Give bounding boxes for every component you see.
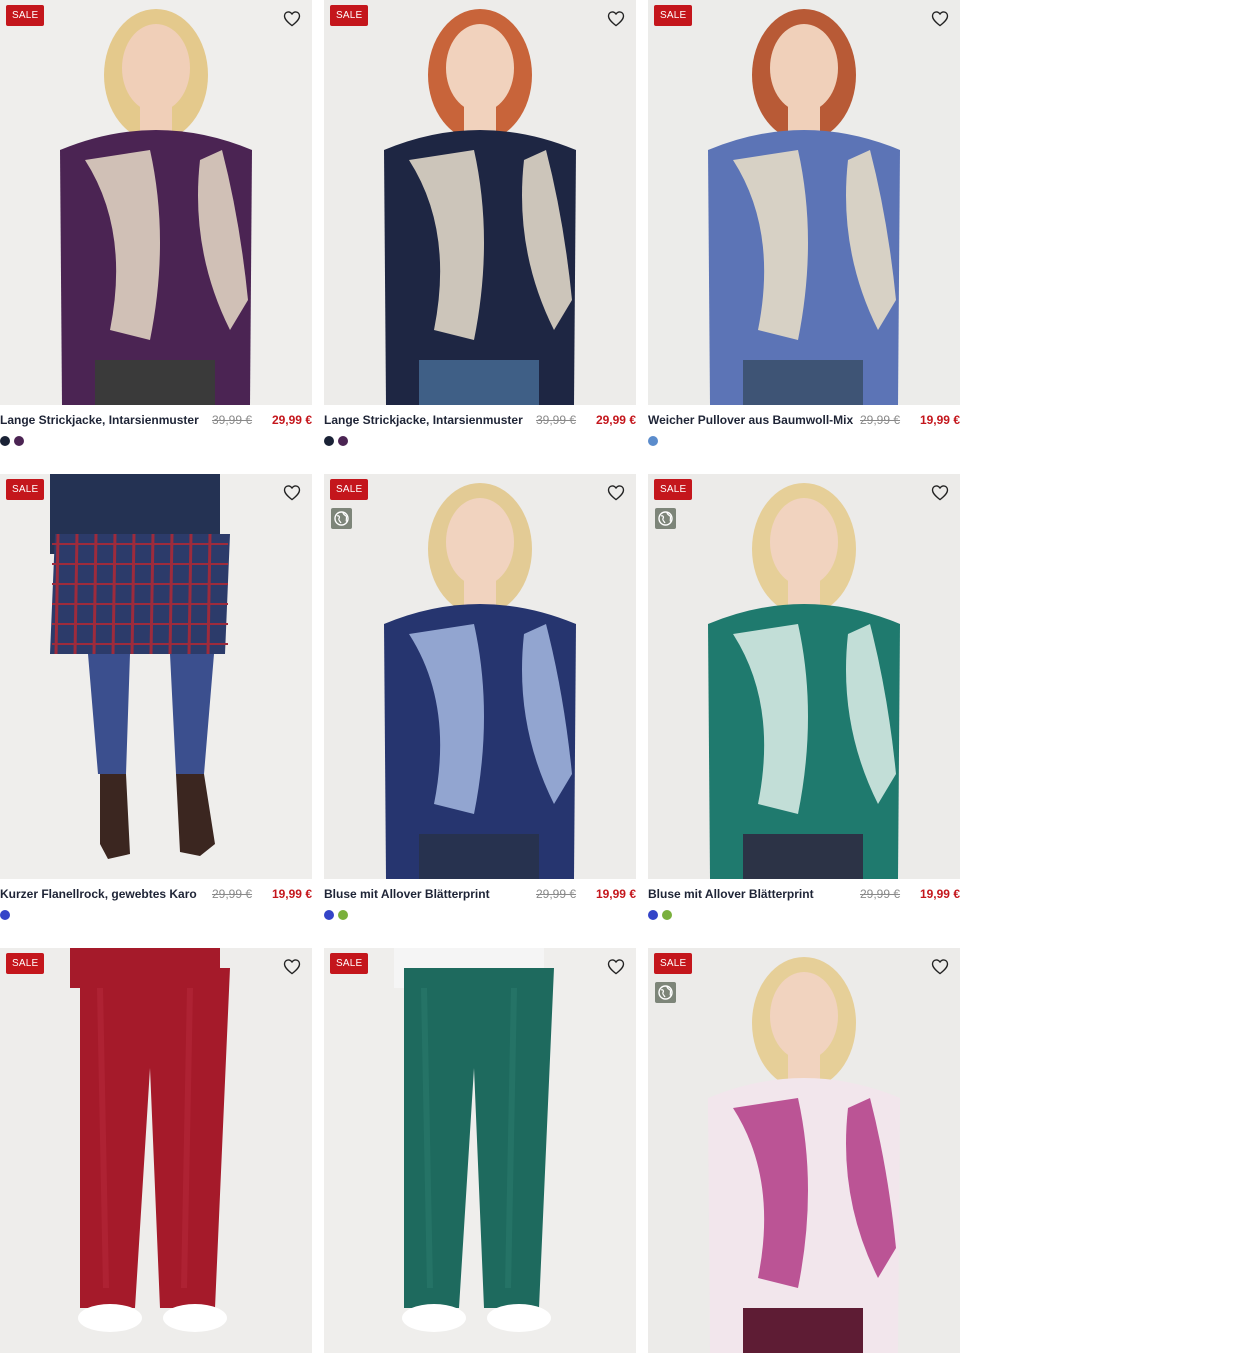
color-swatches	[324, 436, 348, 446]
product-card[interactable]: SALE	[0, 948, 312, 1353]
product-card[interactable]: SALE Lange Strickjacke, Intarsienmuster 39…	[0, 0, 312, 446]
sale-badge: SALE	[330, 5, 369, 26]
product-name[interactable]: Bluse mit Allover Blätterprint	[324, 887, 490, 901]
sale-badge: SALE	[6, 479, 45, 500]
sale-badge: SALE	[654, 953, 693, 974]
sale-price: 19,99 €	[919, 887, 960, 901]
product-name[interactable]: Bluse mit Allover Blätterprint	[648, 887, 814, 901]
color-swatch[interactable]	[662, 910, 672, 920]
product-card[interactable]: SALE Weicher Pullover aus Baumwoll-Mix 29,…	[648, 0, 960, 446]
original-price: 39,99 €	[536, 413, 577, 427]
original-price: 29,99 €	[860, 887, 901, 901]
product-grid: SALE Lange Strickjacke, Intarsienmuster 39…	[0, 0, 1250, 1354]
product-image[interactable]: SALE	[324, 948, 636, 1353]
sale-price: 19,99 €	[919, 413, 960, 427]
color-swatch[interactable]	[0, 436, 10, 446]
product-name[interactable]: Weicher Pullover aus Baumwoll-Mix	[648, 413, 853, 427]
product-image[interactable]: SALE	[648, 948, 960, 1353]
product-image[interactable]: SALE	[648, 0, 960, 405]
color-swatches	[0, 910, 10, 920]
color-swatches	[648, 910, 672, 920]
sale-badge: SALE	[6, 5, 45, 26]
product-image[interactable]: SALE	[0, 0, 312, 405]
product-image[interactable]: SALE	[648, 474, 960, 879]
color-swatch[interactable]	[324, 910, 334, 920]
color-swatch[interactable]	[648, 910, 658, 920]
color-swatch[interactable]	[338, 910, 348, 920]
sale-price: 19,99 €	[271, 887, 312, 901]
sale-badge: SALE	[654, 5, 693, 26]
product-card[interactable]: SALE Kurzer Flanellrock, gewebtes Karo 29,…	[0, 474, 312, 920]
product-name[interactable]: Lange Strickjacke, Intarsienmuster	[324, 413, 523, 427]
product-info: Bluse mit Allover Blätterprint 29,99 € 19,…	[324, 879, 636, 920]
sale-badge: SALE	[6, 953, 45, 974]
sustainability-globe-icon	[655, 508, 676, 529]
product-name[interactable]: Lange Strickjacke, Intarsienmuster	[0, 413, 199, 427]
product-card[interactable]: SALE Bluse mit Allover Blätterprint 29,99 …	[324, 474, 636, 920]
sustainability-globe-icon	[655, 982, 676, 1003]
original-price: 29,99 €	[536, 887, 577, 901]
product-card[interactable]: SALE Lange Strickjacke, Intarsienmuster 39…	[324, 0, 636, 446]
product-name[interactable]: Kurzer Flanellrock, gewebtes Karo	[0, 887, 197, 901]
product-info: Weicher Pullover aus Baumwoll-Mix 29,99 €…	[648, 405, 960, 446]
wishlist-heart-icon[interactable]	[931, 958, 949, 975]
original-price: 39,99 €	[212, 413, 253, 427]
color-swatches	[0, 436, 24, 446]
wishlist-heart-icon[interactable]	[931, 10, 949, 27]
color-swatches	[324, 910, 348, 920]
sale-badge: SALE	[654, 479, 693, 500]
product-card[interactable]: SALE Bluse mit Allover Blätterprint 29,99 …	[648, 474, 960, 920]
product-image[interactable]: SALE	[0, 948, 312, 1353]
color-swatch[interactable]	[338, 436, 348, 446]
sale-price: 19,99 €	[595, 887, 636, 901]
product-card[interactable]: SALE	[324, 948, 636, 1353]
product-info: Lange Strickjacke, Intarsienmuster 39,99 …	[324, 405, 636, 446]
sale-price: 29,99 €	[271, 413, 312, 427]
color-swatch[interactable]	[0, 910, 10, 920]
original-price: 29,99 €	[860, 413, 901, 427]
sale-badge: SALE	[330, 479, 369, 500]
product-info: Kurzer Flanellrock, gewebtes Karo 29,99 €…	[0, 879, 312, 920]
wishlist-heart-icon[interactable]	[931, 484, 949, 501]
original-price: 29,99 €	[212, 887, 253, 901]
sale-badge: SALE	[330, 953, 369, 974]
color-swatch[interactable]	[324, 436, 334, 446]
product-image[interactable]: SALE	[0, 474, 312, 879]
wishlist-heart-icon[interactable]	[607, 10, 625, 27]
color-swatch[interactable]	[648, 436, 658, 446]
product-info: Bluse mit Allover Blätterprint 29,99 € 19,…	[648, 879, 960, 920]
wishlist-heart-icon[interactable]	[283, 958, 301, 975]
product-info: Lange Strickjacke, Intarsienmuster 39,99 …	[0, 405, 312, 446]
sustainability-globe-icon	[331, 508, 352, 529]
product-card[interactable]: SALE	[648, 948, 960, 1353]
wishlist-heart-icon[interactable]	[283, 484, 301, 501]
product-image[interactable]: SALE	[324, 474, 636, 879]
color-swatch[interactable]	[14, 436, 24, 446]
wishlist-heart-icon[interactable]	[607, 958, 625, 975]
wishlist-heart-icon[interactable]	[283, 10, 301, 27]
wishlist-heart-icon[interactable]	[607, 484, 625, 501]
sale-price: 29,99 €	[595, 413, 636, 427]
product-image[interactable]: SALE	[324, 0, 636, 405]
color-swatches	[648, 436, 658, 446]
